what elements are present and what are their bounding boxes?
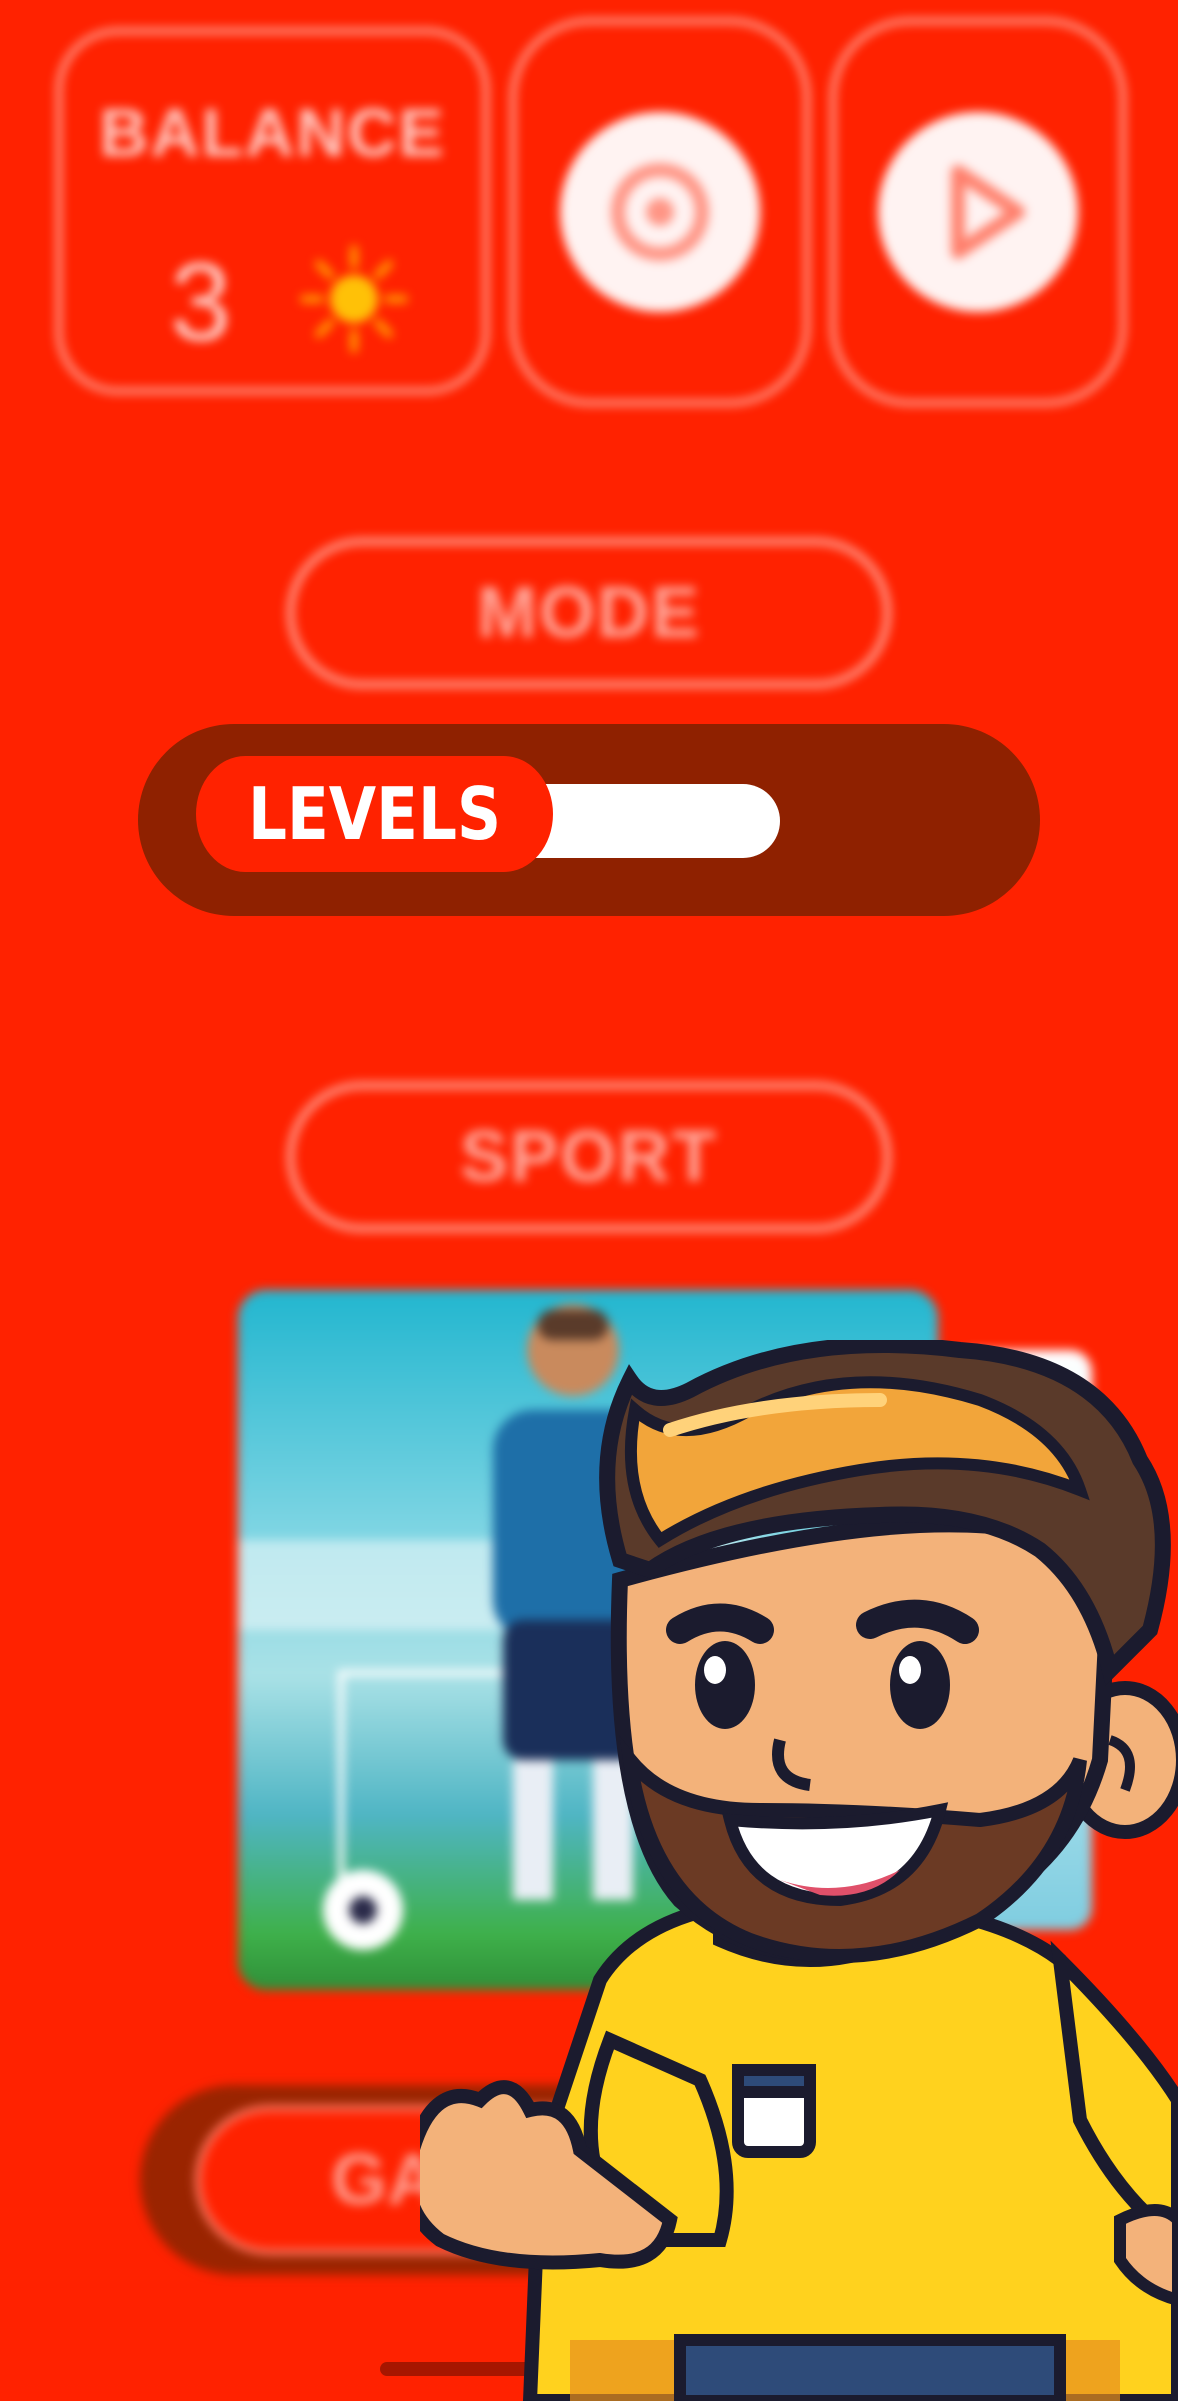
sport-label: SPORT [287,1082,891,1232]
play-button[interactable] [830,18,1126,406]
play-button-circle[interactable] [878,112,1078,312]
balance-card: BALANCE 3 [56,28,489,394]
mascot-character [420,1340,1178,2401]
mode-label: MODE [287,538,891,688]
levels-tab[interactable]: LEVELS [196,756,553,872]
balance-label: BALANCE [99,95,446,171]
balance-value: 3 [170,241,232,364]
levels-toggle[interactable]: LEVELS [138,724,1040,916]
sun-icon [300,245,408,353]
gear-icon [611,163,709,261]
settings-button[interactable] [510,18,810,406]
play-icon [951,165,1025,259]
settings-button-circle[interactable] [560,112,760,312]
